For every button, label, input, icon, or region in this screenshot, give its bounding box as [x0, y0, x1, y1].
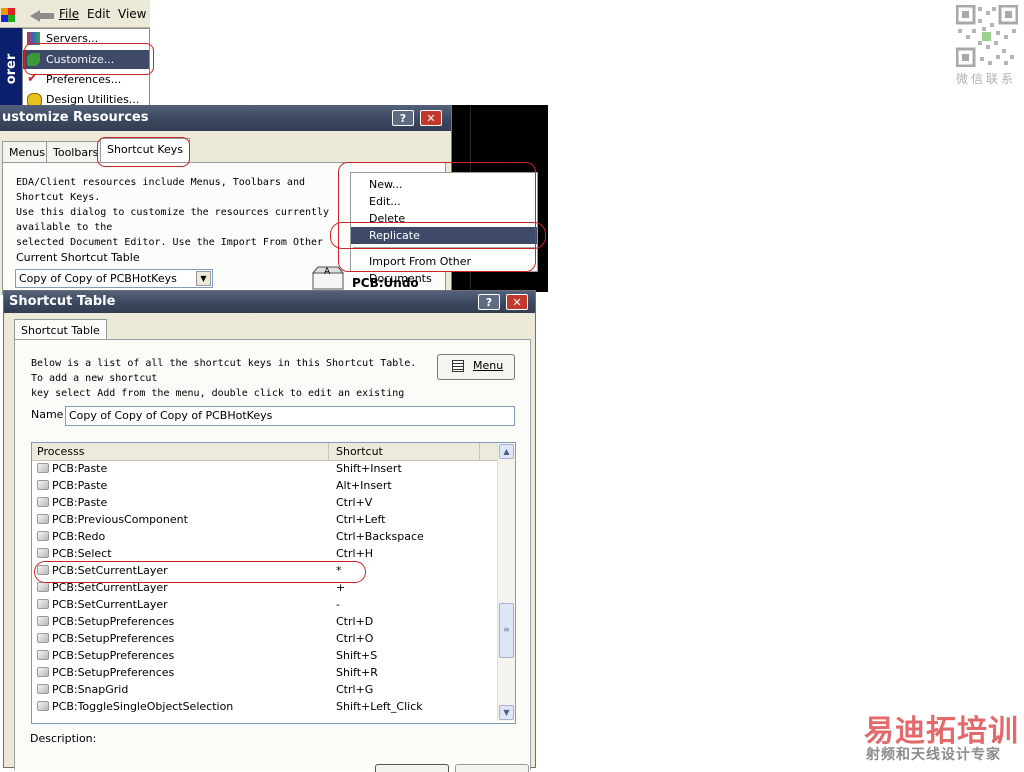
- menu-list-icon: [452, 360, 464, 372]
- qr-code: [955, 4, 1019, 68]
- table-row[interactable]: PCB:Paste Shift+Insert: [32, 460, 497, 477]
- help-button[interactable]: ?: [392, 110, 414, 126]
- list-header: Processs Shortcut: [32, 443, 497, 461]
- shortcut-table-panel: Below is a list of all the shortcut keys…: [14, 339, 531, 772]
- close-button[interactable]: ✕: [506, 294, 528, 310]
- table-row[interactable]: PCB:Select Ctrl+H: [32, 545, 497, 562]
- explorer-label: orer: [4, 53, 19, 85]
- process-icon: [37, 599, 49, 609]
- column-header-process[interactable]: Processs: [32, 443, 329, 460]
- table-row[interactable]: PCB:PreviousComponent Ctrl+Left: [32, 511, 497, 528]
- table-row[interactable]: PCB:ToggleSingleObjectSelection Shift+Lef…: [32, 698, 497, 715]
- dropdown-arrow-icon[interactable]: ▼: [196, 271, 211, 286]
- shortcut-dialog-title: Shortcut Table: [9, 294, 116, 309]
- name-input[interactable]: Copy of Copy of Copy of PCBHotKeys: [65, 406, 515, 426]
- process-icon: [37, 548, 49, 558]
- table-row[interactable]: PCB:Redo Ctrl+Backspace: [32, 528, 497, 545]
- process-icon: [37, 514, 49, 524]
- customize-description: EDA/Client resources include Menus, Tool…: [16, 177, 330, 248]
- table-row[interactable]: PCB:SetupPreferences Ctrl+O: [32, 630, 497, 647]
- customize-dialog-title: ustomize Resources: [2, 110, 149, 125]
- tab-shortcut-table[interactable]: Shortcut Table: [14, 319, 107, 340]
- table-row[interactable]: PCB:SetupPreferences Shift+S: [32, 647, 497, 664]
- highlight-shortcut-keys-tab: [97, 137, 190, 167]
- current-shortcut-table-label: Current Shortcut Table: [16, 251, 140, 264]
- process-icon: [37, 480, 49, 490]
- cancel-button[interactable]: [455, 764, 529, 772]
- process-icon: [37, 684, 49, 694]
- table-row[interactable]: PCB:Paste Alt+Insert: [32, 477, 497, 494]
- shortcut-table-select[interactable]: Copy of Copy of PCBHotKeys ▼: [15, 269, 213, 288]
- app-logo-icon: [1, 8, 15, 22]
- scroll-up-icon[interactable]: ▲: [499, 444, 514, 459]
- highlight-customize: [24, 43, 154, 75]
- description-label: Description:: [30, 732, 97, 745]
- table-row[interactable]: PCB:Paste Ctrl+V: [32, 494, 497, 511]
- scroll-down-icon[interactable]: ▼: [499, 705, 514, 720]
- vertical-scrollbar[interactable]: ▲ ≡ ▼: [497, 443, 515, 721]
- process-icon: [37, 463, 49, 473]
- menu-file[interactable]: File: [59, 7, 79, 21]
- tab-menus[interactable]: Menus: [2, 141, 52, 163]
- brand-tagline: 射频和天线设计专家: [866, 747, 1001, 763]
- highlight-setcurrentlayer-row: [34, 561, 366, 583]
- table-row[interactable]: PCB:SnapGrid Ctrl+G: [32, 681, 497, 698]
- process-icon: [37, 616, 49, 626]
- close-button[interactable]: ✕: [420, 110, 442, 126]
- ok-button[interactable]: [375, 764, 449, 772]
- menu-view[interactable]: View: [118, 7, 146, 21]
- table-row[interactable]: PCB:SetCurrentLayer -: [32, 596, 497, 613]
- customize-title-bar: ustomize Resources ? ✕: [0, 105, 451, 131]
- highlight-replicate: [330, 222, 546, 249]
- explorer-panel: orer: [0, 28, 22, 108]
- table-row[interactable]: PCB:SetupPreferences Shift+R: [32, 664, 497, 681]
- column-header-shortcut[interactable]: Shortcut: [330, 443, 480, 460]
- help-button[interactable]: ?: [478, 294, 500, 310]
- intro-text: Below is a list of all the shortcut keys…: [31, 358, 417, 399]
- highlight-context-menu: [338, 162, 536, 272]
- qr-caption: 微信联系: [956, 72, 1017, 86]
- name-label: Name: [31, 408, 64, 421]
- app-menubar: File Edit View: [0, 0, 150, 28]
- menu-button[interactable]: Menu: [437, 354, 515, 380]
- process-icon: [37, 582, 49, 592]
- shortcut-list[interactable]: Processs Shortcut PCB:Paste Shift+Insert …: [31, 442, 516, 724]
- process-icon: [37, 701, 49, 711]
- shortcut-title-bar: Shortcut Table ? ✕: [4, 291, 535, 313]
- shortcut-table-dialog: Shortcut Table ? ✕ Shortcut Table Below …: [3, 290, 536, 772]
- menu-edit[interactable]: Edit: [87, 7, 110, 21]
- process-icon: [37, 497, 49, 507]
- process-icon: [37, 667, 49, 677]
- scroll-thumb[interactable]: ≡: [499, 603, 514, 658]
- process-icon: [37, 650, 49, 660]
- process-icon: [37, 633, 49, 643]
- process-icon: [37, 531, 49, 541]
- back-arrow-icon[interactable]: [30, 10, 54, 22]
- table-row[interactable]: PCB:SetupPreferences Ctrl+D: [32, 613, 497, 630]
